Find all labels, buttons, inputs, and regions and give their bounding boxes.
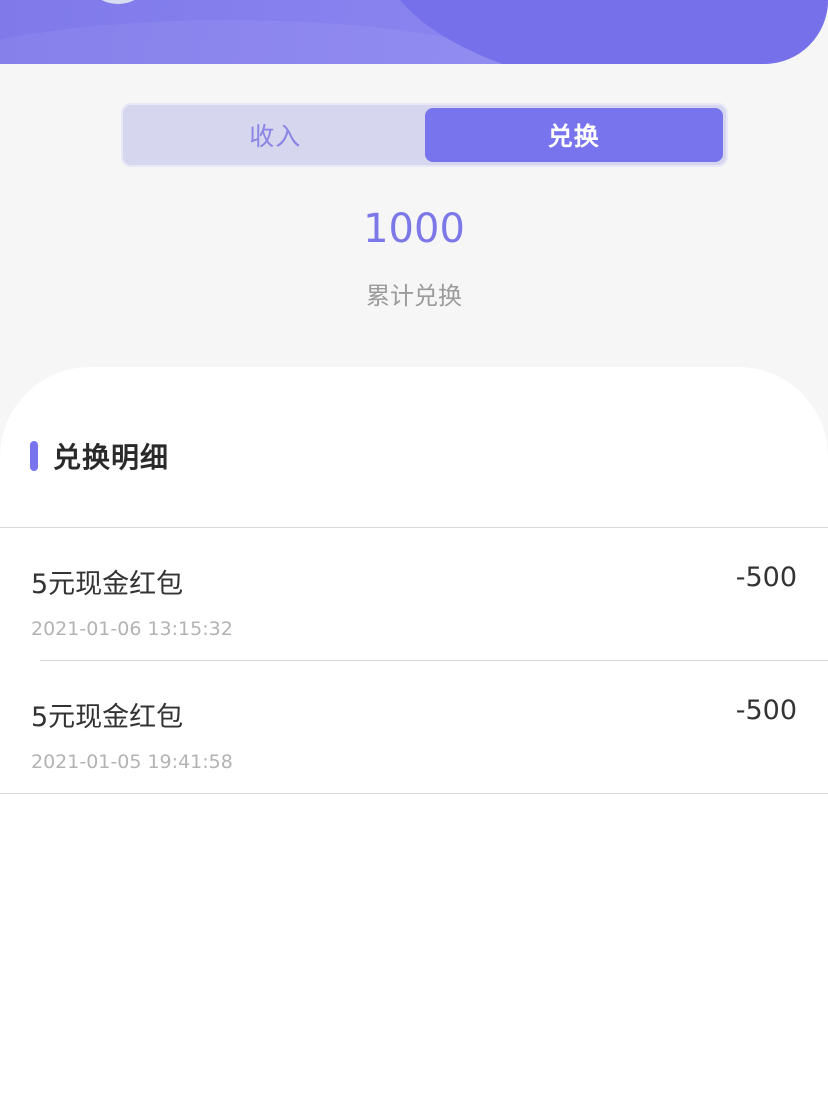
section-header: 兑换明细 — [30, 439, 170, 474]
section-title: 兑换明细 — [53, 441, 170, 474]
tab-exchange[interactable]: 兑换 — [424, 108, 723, 162]
record-time: 2021-01-05 19:41:58 — [31, 751, 233, 773]
record-title: 5元现金红包 — [31, 702, 184, 733]
record-amount: -500 — [735, 562, 797, 593]
total-exchange-label: 累计兑换 — [366, 282, 462, 310]
header-banner — [0, 0, 828, 64]
record-time: 2021-01-06 13:15:32 — [31, 618, 233, 640]
list-item[interactable]: 5元现金红包 2021-01-06 13:15:32 -500 — [0, 528, 828, 661]
section-accent-bar — [30, 441, 38, 471]
avatar[interactable] — [82, 0, 154, 4]
tab-switcher: 收入 兑换 — [121, 103, 728, 167]
tab-income[interactable]: 收入 — [126, 108, 425, 162]
list-item[interactable]: 5元现金红包 2021-01-05 19:41:58 -500 — [0, 661, 828, 794]
record-amount: -500 — [735, 695, 797, 726]
total-exchange-value: 1000 — [363, 206, 465, 252]
exchange-page: 收入 兑换 1000 累计兑换 兑换明细 5元现金红包 2021-01-06 1… — [0, 0, 828, 1103]
record-title: 5元现金红包 — [31, 569, 184, 600]
detail-card: 兑换明细 5元现金红包 2021-01-06 13:15:32 -500 5元现… — [0, 367, 828, 1103]
divider — [0, 793, 828, 794]
